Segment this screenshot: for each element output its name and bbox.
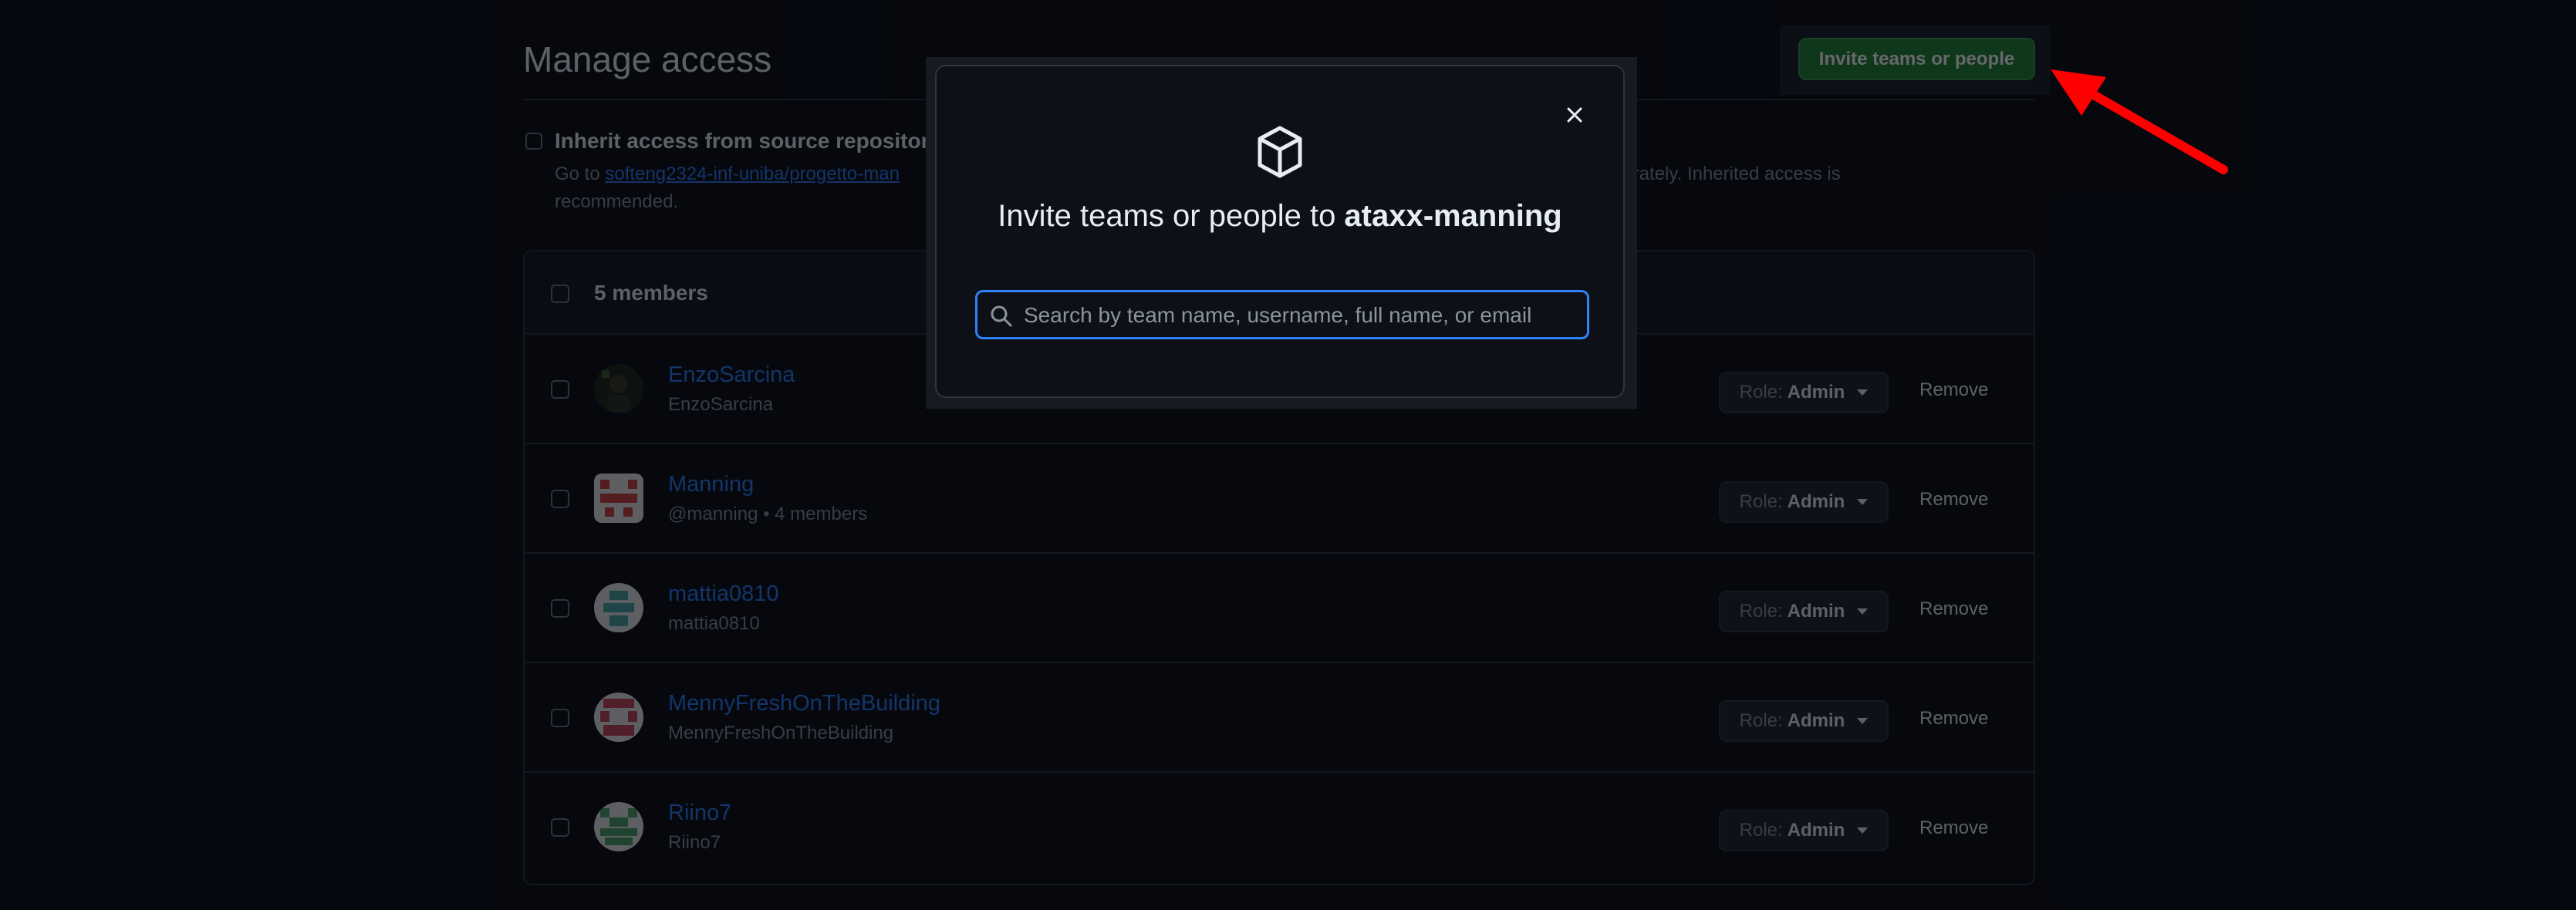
caret-down-icon — [1857, 827, 1869, 834]
member-username: @manning • 4 members — [668, 504, 868, 524]
invite-search-field[interactable] — [975, 290, 1589, 339]
modal-title: Invite teams or people to ataxx-manning — [937, 199, 1623, 234]
modal-title-prefix: Invite teams or people to — [998, 199, 1345, 233]
member-checkbox[interactable] — [551, 380, 569, 399]
remove-button[interactable]: Remove — [1919, 817, 1988, 839]
member-username: Riino7 — [668, 832, 721, 853]
members-count: 5 members — [594, 281, 708, 305]
member-name[interactable]: EnzoSarcina — [668, 362, 795, 388]
package-icon — [1258, 126, 1302, 178]
role-prefix: Role: — [1739, 820, 1783, 841]
member-name[interactable]: mattia0810 — [668, 581, 779, 607]
role-prefix: Role: — [1739, 710, 1783, 731]
member-row: mattia0810 mattia0810 Role: Admin Remove — [525, 554, 2034, 663]
role-prefix: Role: — [1739, 601, 1783, 622]
repo-name: ataxx-manning — [1344, 199, 1562, 233]
avatar-image — [594, 583, 643, 632]
member-checkbox[interactable] — [551, 709, 569, 727]
role-value: Admin — [1787, 382, 1845, 403]
invite-search-input[interactable] — [1022, 297, 1581, 334]
close-button[interactable] — [1561, 102, 1588, 128]
remove-button[interactable]: Remove — [1919, 379, 1988, 401]
remove-button[interactable]: Remove — [1919, 708, 1988, 730]
caret-down-icon — [1857, 718, 1869, 724]
avatar-image — [594, 364, 643, 413]
role-value: Admin — [1787, 820, 1845, 841]
inherit-access-label: Inherit access from source repository — [555, 129, 942, 153]
role-value: Admin — [1787, 710, 1845, 731]
member-row: Manning @manning • 4 members Role: Admin … — [525, 444, 2034, 554]
caret-down-icon — [1857, 499, 1869, 505]
avatar-image — [594, 474, 643, 523]
role-value: Admin — [1787, 491, 1845, 512]
avatar — [594, 364, 643, 413]
role-value: Admin — [1787, 601, 1845, 622]
member-username: mattia0810 — [668, 613, 760, 634]
avatar — [594, 474, 643, 523]
avatar — [594, 583, 643, 632]
member-name[interactable]: Riino7 — [668, 800, 731, 826]
search-icon — [991, 305, 1012, 327]
role-dropdown[interactable]: Role: Admin — [1719, 591, 1889, 632]
avatar-image — [594, 693, 643, 742]
invite-teams-or-people-button[interactable]: Invite teams or people — [1798, 38, 2035, 80]
source-repo-link[interactable]: softeng2324-inf-uniba/progetto-man — [605, 163, 900, 184]
remove-button[interactable]: Remove — [1919, 489, 1988, 511]
caret-down-icon — [1857, 389, 1869, 396]
member-checkbox[interactable] — [551, 599, 569, 618]
member-row: MennyFreshOnTheBuilding MennyFreshOnTheB… — [525, 663, 2034, 773]
remove-button[interactable]: Remove — [1919, 598, 1988, 620]
caret-down-icon — [1857, 608, 1869, 615]
select-all-checkbox[interactable] — [551, 285, 569, 303]
member-checkbox[interactable] — [551, 490, 569, 508]
avatar-image — [594, 802, 643, 851]
inherit-access-checkbox[interactable] — [525, 133, 542, 150]
role-dropdown[interactable]: Role: Admin — [1719, 810, 1889, 851]
member-username: EnzoSarcina — [668, 394, 774, 415]
role-prefix: Role: — [1739, 382, 1783, 403]
member-username: MennyFreshOnTheBuilding — [668, 723, 894, 743]
avatar — [594, 802, 643, 851]
member-name[interactable]: Manning — [668, 472, 754, 497]
red-arrow-icon — [2051, 69, 2228, 174]
member-row: Riino7 Riino7 Role: Admin Remove — [525, 773, 2034, 882]
role-dropdown[interactable]: Role: Admin — [1719, 372, 1889, 413]
member-name[interactable]: MennyFreshOnTheBuilding — [668, 691, 940, 716]
member-checkbox[interactable] — [551, 818, 569, 837]
close-icon — [1567, 107, 1582, 123]
role-dropdown[interactable]: Role: Admin — [1719, 700, 1889, 742]
page-title: Manage access — [523, 39, 772, 79]
role-prefix: Role: — [1739, 491, 1783, 512]
avatar — [594, 693, 643, 742]
inherit-desc-prefix: Go to — [555, 163, 606, 184]
role-dropdown[interactable]: Role: Admin — [1719, 481, 1889, 523]
invite-dialog: Invite teams or people to ataxx-manning — [935, 65, 1625, 398]
